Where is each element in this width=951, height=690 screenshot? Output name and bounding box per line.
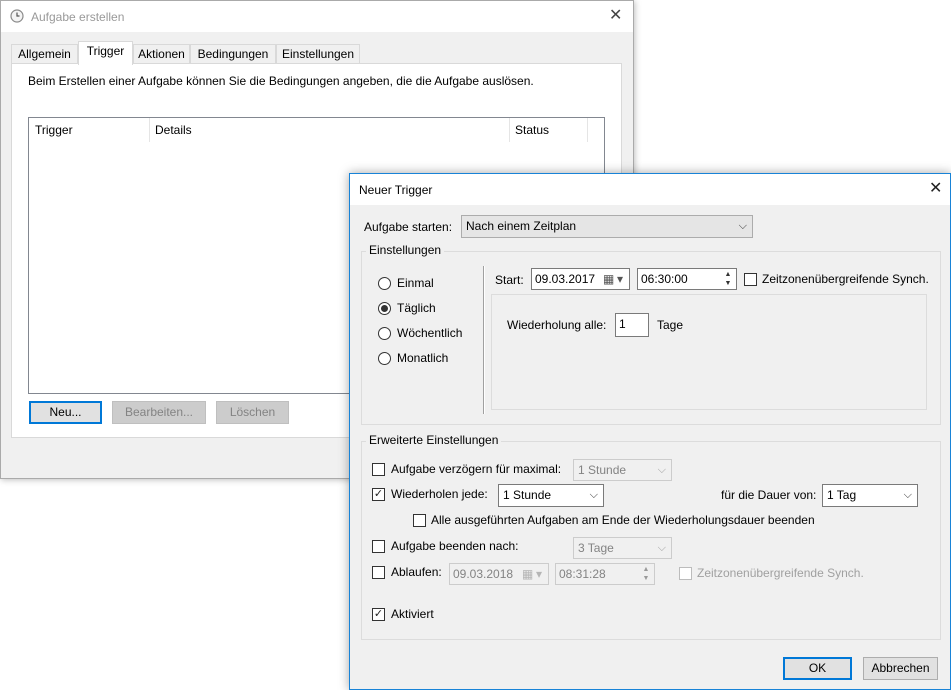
start-label: Start: — [495, 273, 524, 287]
radio-taeglich[interactable] — [378, 302, 391, 315]
tab-allgemein[interactable]: Allgemein — [11, 44, 78, 64]
chevron-down-icon: ⌵ — [657, 542, 666, 554]
start-task-select[interactable]: Nach einem Zeitplan ⌵ — [461, 215, 753, 238]
stop-after-value: 3 Tage — [578, 541, 614, 555]
close-icon[interactable]: ✕ — [609, 8, 622, 24]
start-date-picker[interactable]: 09.03.2017 ▦ ▾ — [531, 268, 630, 290]
stop-all-checkbox[interactable] — [413, 514, 426, 527]
dialog-title: Neuer Trigger — [359, 183, 433, 197]
vertical-divider — [483, 266, 485, 414]
expire-sync-label[interactable]: Zeitzonenübergreifende Synch. — [697, 566, 864, 581]
start-date-value: 09.03.2017 — [535, 272, 596, 286]
sync-timezones-checkbox[interactable] — [744, 273, 757, 286]
repeat-select[interactable]: 1 Stunde ⌵ — [498, 484, 604, 507]
time-spinner[interactable]: ▲ ▼ — [639, 565, 653, 583]
delay-checkbox[interactable] — [372, 463, 385, 476]
start-task-value: Nach einem Zeitplan — [466, 219, 577, 233]
start-time-field[interactable]: 06:30:00 ▲ ▼ — [637, 268, 737, 290]
sync-timezones-label[interactable]: Zeitzonenübergreifende Synch. — [762, 272, 929, 287]
recur-days-value: 1 — [619, 317, 626, 331]
tab-einstellungen[interactable]: Einstellungen — [276, 44, 360, 64]
calendar-icon[interactable]: ▦ — [522, 564, 533, 584]
start-time-value: 06:30:00 — [641, 272, 688, 286]
expire-label[interactable]: Ablaufen: — [391, 565, 442, 580]
spin-up-icon[interactable]: ▲ — [721, 270, 735, 279]
delete-trigger-button[interactable]: Löschen — [216, 401, 289, 424]
recur-label: Wiederholung alle: — [507, 318, 607, 332]
calendar-icon[interactable]: ▦ — [603, 269, 614, 289]
delay-label[interactable]: Aufgabe verzögern für maximal: — [391, 462, 561, 477]
advanced-group-label: Erweiterte Einstellungen — [366, 433, 502, 447]
spin-down-icon[interactable]: ▼ — [721, 279, 735, 288]
tab-trigger[interactable]: Trigger — [78, 41, 133, 65]
radio-woechentlich[interactable] — [378, 327, 391, 340]
dropdown-arrow-icon[interactable]: ▾ — [617, 269, 623, 289]
cancel-button[interactable]: Abbrechen — [863, 657, 938, 680]
expire-time-field[interactable]: 08:31:28 ▲ ▼ — [555, 563, 655, 585]
tab-aktionen[interactable]: Aktionen — [133, 44, 190, 64]
chevron-down-icon: ⌵ — [589, 489, 598, 501]
expire-checkbox[interactable] — [372, 566, 385, 579]
title-bar[interactable]: Aufgabe erstellen ✕ — [1, 1, 633, 32]
delay-select[interactable]: 1 Stunde ⌵ — [573, 459, 672, 481]
enabled-checkbox[interactable]: ✓ — [372, 608, 385, 621]
chevron-down-icon: ⌵ — [657, 464, 666, 476]
column-status[interactable]: Status — [509, 118, 587, 142]
expire-sync-checkbox[interactable] — [679, 567, 692, 580]
dialog-title-bar[interactable]: Neuer Trigger ✕ — [350, 174, 950, 205]
radio-monatlich[interactable] — [378, 352, 391, 365]
time-spinner[interactable]: ▲ ▼ — [721, 270, 735, 288]
new-trigger-button[interactable]: Neu... — [29, 401, 102, 424]
option-woechentlich-label[interactable]: Wöchentlich — [397, 326, 462, 341]
recur-unit-label: Tage — [657, 318, 684, 332]
new-trigger-dialog: Neuer Trigger ✕ Aufgabe starten: Nach ei… — [349, 173, 951, 690]
duration-label: für die Dauer von: — [721, 488, 817, 502]
close-icon[interactable]: ✕ — [929, 181, 942, 197]
repeat-checkbox[interactable]: ✓ — [372, 488, 385, 501]
expire-time-value: 08:31:28 — [559, 567, 606, 581]
repeat-value: 1 Stunde — [503, 488, 552, 502]
duration-value: 1 Tag — [827, 488, 857, 502]
option-monatlich-label[interactable]: Monatlich — [397, 351, 448, 366]
window-title: Aufgabe erstellen — [31, 10, 125, 24]
dropdown-arrow-icon[interactable]: ▾ — [536, 564, 542, 584]
repeat-label[interactable]: Wiederholen jede: — [391, 487, 488, 502]
clock-icon — [10, 9, 24, 23]
tab-bedingungen[interactable]: Bedingungen — [190, 44, 276, 64]
expire-date-picker[interactable]: 09.03.2018 ▦ ▾ — [449, 563, 549, 585]
stop-after-checkbox[interactable] — [372, 540, 385, 553]
column-trigger[interactable]: Trigger — [29, 118, 149, 142]
chevron-down-icon: ⌵ — [738, 220, 747, 232]
radio-einmal[interactable] — [378, 277, 391, 290]
recurrence-panel — [491, 294, 927, 410]
spin-down-icon[interactable]: ▼ — [639, 574, 653, 583]
option-taeglich-label[interactable]: Täglich — [397, 301, 436, 316]
edit-trigger-button[interactable]: Bearbeiten... — [112, 401, 206, 424]
option-einmal-label[interactable]: Einmal — [397, 276, 434, 291]
trigger-description: Beim Erstellen einer Aufgabe können Sie … — [28, 74, 534, 88]
settings-group-label: Einstellungen — [366, 243, 445, 257]
spin-up-icon[interactable]: ▲ — [639, 565, 653, 574]
chevron-down-icon: ⌵ — [903, 489, 912, 501]
stop-all-label[interactable]: Alle ausgeführten Aufgaben am Ende der W… — [431, 513, 815, 528]
expire-date-value: 09.03.2018 — [453, 567, 514, 581]
enabled-label[interactable]: Aktiviert — [391, 607, 434, 622]
ok-button[interactable]: OK — [783, 657, 852, 680]
recur-days-input[interactable]: 1 — [615, 313, 649, 337]
stop-after-select[interactable]: 3 Tage ⌵ — [573, 537, 672, 559]
duration-select[interactable]: 1 Tag ⌵ — [822, 484, 918, 507]
column-details[interactable]: Details — [149, 118, 509, 142]
list-header: Trigger Details Status — [29, 118, 604, 142]
delay-value: 1 Stunde — [578, 463, 627, 477]
start-task-label: Aufgabe starten: — [364, 220, 453, 234]
stop-after-label[interactable]: Aufgabe beenden nach: — [391, 539, 518, 554]
